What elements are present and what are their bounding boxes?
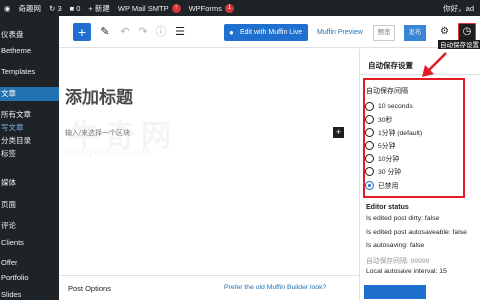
radio-option-5-minutes[interactable]: 5分钟 [365, 139, 395, 151]
panel-bottom-button[interactable] [364, 285, 426, 299]
radio-label: 30秒 [378, 117, 393, 124]
radio-circle[interactable] [365, 114, 374, 124]
admin-bar: ◉ 奇趣网 ↻ 3 ■ 0 + 新建 WP Mail SMTP! WPForms… [0, 0, 480, 16]
history-icon: ◷ [462, 26, 472, 37]
sidebar-item-slides[interactable]: Slides [0, 288, 59, 300]
status-autosaveable: Is edited post autosaveable: false [366, 229, 467, 236]
block-placeholder[interactable]: 输入/来选择一个区块 [65, 128, 130, 138]
muffin-icon: ● [229, 28, 234, 37]
sidebar-item-tags[interactable]: 标签 [0, 147, 59, 161]
wp-mail-smtp-link[interactable]: WP Mail SMTP! [114, 0, 185, 16]
post-options-bar: Post Options Prefer the old Muffin Build… [59, 275, 359, 300]
wpforms-label: WPForms [188, 3, 222, 13]
autosave-settings-panel: 自动保存设置 自动保存间隔 10 seconds 30秒 1分钟 (defaul… [359, 49, 480, 300]
sidebar-item-new-post[interactable]: 写文章 [0, 121, 59, 135]
plus-icon: + [335, 127, 342, 137]
radio-label: 1分钟 (default) [378, 130, 423, 137]
sidebar-item-templates[interactable]: Templates [0, 65, 59, 79]
new-content-link[interactable]: + 新建 [84, 0, 113, 16]
edit-with-muffin-live-button[interactable]: ● Edit with Muffin Live [224, 24, 308, 41]
new-label: + 新建 [88, 3, 110, 13]
sidebar-item-pages[interactable]: 页面 [0, 198, 59, 212]
status-autosaving: Is autosaving: false [366, 242, 425, 249]
sidebar-item-comments[interactable]: 评论 [0, 219, 59, 233]
undo-icon[interactable]: ↶ [117, 24, 133, 40]
sidebar-item-all-posts[interactable]: 所有文章 [0, 108, 59, 122]
prefer-old-builder-link[interactable]: Prefer the old Muffin Builder look? [224, 284, 326, 291]
sidebar-item-posts[interactable]: 文章 [0, 87, 59, 101]
tools-pencil-icon[interactable]: ✎ [97, 24, 113, 40]
muffin-preview-link[interactable]: Muffin Preview [317, 24, 363, 41]
redo-icon[interactable]: ↷ [135, 24, 151, 40]
admin-sidebar: 仪表盘 Betheme Templates 文章 所有文章 写文章 分类目录 标… [0, 16, 59, 300]
watermark-url: NIUQI360.COM [64, 147, 152, 157]
wpforms-badge: 1 [224, 3, 234, 13]
comment-icon: ■ [69, 3, 75, 13]
radio-circle[interactable] [365, 101, 374, 111]
wpforms-link[interactable]: WPForms 1 [185, 0, 238, 16]
editor-canvas: 牛奇网 NIUQI360.COM 添加标题 输入/来选择一个区块 + Post … [59, 49, 359, 300]
status-local-interval: Local autosave interval: 15 [366, 268, 447, 275]
post-options-toggle[interactable]: Post Options [68, 284, 111, 293]
autosave-history-button[interactable]: ◷ [458, 23, 476, 41]
panel-title: 自动保存设置 [368, 61, 413, 70]
account-greeting[interactable]: 你好，ad [439, 0, 478, 16]
radio-option-10-seconds[interactable]: 10 seconds [365, 100, 413, 112]
sidebar-item-clients[interactable]: Clients [0, 236, 59, 250]
radio-label: 10分钟 [378, 156, 400, 163]
sidebar-item-dashboard[interactable]: 仪表盘 [0, 28, 59, 42]
list-view-icon[interactable]: ☰ [172, 24, 188, 40]
sidebar-item-categories[interactable]: 分类目录 [0, 134, 59, 148]
radio-circle[interactable] [365, 153, 374, 163]
updates-link[interactable]: ↻ 3 [45, 0, 66, 16]
site-name[interactable]: 奇趣网 [15, 0, 46, 16]
status-autosave-interval: 自动保存间隔: 99999 [366, 258, 430, 265]
preview-button[interactable]: 预览 [373, 25, 395, 41]
sidebar-item-offer[interactable]: Offer [0, 256, 59, 270]
radio-label: 已禁用 [378, 183, 399, 190]
radio-option-1-minute[interactable]: 1分钟 (default) [365, 126, 422, 138]
radio-label: 10 seconds [378, 102, 413, 110]
inline-add-block-button[interactable]: + [333, 127, 344, 138]
wp-mail-badge: ! [171, 3, 181, 13]
sidebar-item-portfolio[interactable]: Portfolio [0, 271, 59, 285]
publish-button[interactable]: 发布 [404, 25, 426, 41]
comments-link[interactable]: ■ 0 [66, 0, 85, 16]
red-arrow-icon [422, 52, 447, 77]
post-title-input[interactable]: 添加标题 [65, 83, 133, 108]
radio-circle[interactable] [365, 127, 374, 137]
radio-label: 30 分钟 [378, 169, 402, 176]
plus-icon: + [77, 24, 87, 40]
status-dirty: Is edited post dirty: false [366, 215, 440, 222]
radio-circle[interactable] [365, 140, 374, 150]
radio-circle-checked[interactable] [365, 180, 374, 190]
editor-status-title: Editor status [366, 204, 409, 211]
radio-option-disabled[interactable]: 已禁用 [365, 179, 398, 191]
sidebar-item-media[interactable]: 媒体 [0, 176, 59, 190]
greeting-label: 你好，ad [443, 3, 474, 13]
sidebar-item-betheme[interactable]: Betheme [0, 44, 59, 58]
refresh-icon: ↻ [49, 3, 56, 13]
editor-toolbar: + ✎ ↶ ↷ ⓘ ☰ ● Edit with Muffin Live Muffi… [59, 16, 480, 48]
settings-gear-icon[interactable]: ⚙ [440, 24, 449, 40]
autosave-interval-label: 自动保存间隔 [366, 88, 408, 95]
radio-option-10-minutes[interactable]: 10分钟 [365, 152, 399, 164]
edit-muffin-label: Edit with Muffin Live [240, 29, 303, 36]
wp-logo-icon[interactable]: ◉ [0, 0, 15, 16]
radio-label: 5分钟 [378, 143, 396, 150]
wp-mail-label: WP Mail SMTP [117, 3, 169, 13]
radio-circle[interactable] [365, 166, 374, 176]
add-block-button[interactable]: + [73, 23, 91, 41]
updates-count: 3 [57, 3, 62, 13]
site-name-label: 奇趣网 [18, 3, 42, 13]
radio-option-30-seconds[interactable]: 30秒 [365, 113, 392, 125]
radio-option-30-minutes[interactable]: 30 分钟 [365, 165, 401, 177]
comments-count: 0 [76, 3, 81, 13]
info-icon[interactable]: ⓘ [153, 24, 169, 40]
